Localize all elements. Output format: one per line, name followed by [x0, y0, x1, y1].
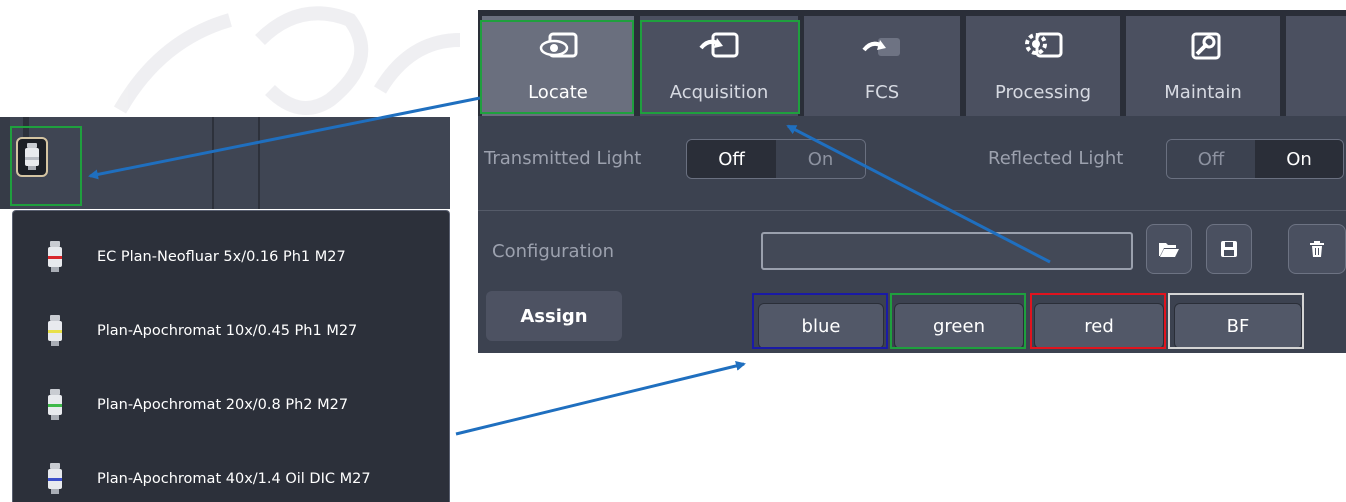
wrench-icon [1191, 32, 1221, 60]
trash-icon [1310, 241, 1324, 257]
transmitted-on-option[interactable]: On [776, 140, 865, 178]
divider [478, 210, 1346, 211]
reflected-light-toggle[interactable]: Off On [1166, 139, 1344, 179]
arrow-list-to-channels [455, 361, 746, 436]
objective-icon [48, 389, 62, 420]
folder-open-icon [1159, 243, 1179, 257]
fcs-icon [862, 38, 900, 56]
tab-overflow[interactable] [1286, 16, 1346, 116]
objective-label: Plan-Apochromat 10x/0.45 Ph1 M27 [97, 323, 358, 339]
toolbar-separator [258, 117, 260, 209]
objective-label: EC Plan-Neofluar 5x/0.16 Ph1 M27 [97, 249, 346, 265]
objective-item[interactable]: Plan-Apochromat 20x/0.8 Ph2 M27 [13, 385, 449, 425]
objective-item[interactable]: Plan-Apochromat 10x/0.45 Ph1 M27 [13, 311, 449, 351]
objective-label: Plan-Apochromat 40x/1.4 Oil DIC M27 [97, 471, 371, 487]
objective-icon [48, 241, 62, 272]
objective-icon [48, 315, 62, 346]
reflected-light-label: Reflected Light [988, 148, 1124, 169]
objective-label: Plan-Apochromat 20x/0.8 Ph2 M27 [97, 397, 349, 413]
light-controls: Transmitted Light Off On Reflected Light… [478, 132, 1346, 188]
tab-locate-highlight [480, 20, 634, 114]
tab-label: FCS [864, 82, 900, 103]
objective-item[interactable]: EC Plan-Neofluar 5x/0.16 Ph1 M27 [13, 237, 449, 277]
configuration-input[interactable] [761, 232, 1133, 270]
objective-list: EC Plan-Neofluar 5x/0.16 Ph1 M27 Plan-Ap… [12, 210, 450, 502]
tab-fcs[interactable]: FCS [804, 16, 960, 116]
transmitted-light-toggle[interactable]: Off On [686, 139, 866, 179]
assign-button[interactable]: Assign [486, 291, 622, 341]
save-icon [1221, 241, 1237, 257]
channel-red-highlight [1030, 293, 1166, 349]
objective-icon [48, 463, 62, 494]
transmitted-light-label: Transmitted Light [484, 148, 642, 169]
channel-blue-highlight [752, 293, 888, 349]
tab-label: Processing [994, 82, 1092, 103]
reflected-on-option[interactable]: On [1255, 140, 1343, 178]
reflected-off-option[interactable]: Off [1167, 140, 1255, 178]
transmitted-off-option[interactable]: Off [687, 140, 776, 178]
right-panel: Locate Acquisition FCS Processing Mainta… [478, 10, 1346, 353]
configuration-label: Configuration [492, 241, 615, 262]
tab-processing[interactable]: Processing [966, 16, 1120, 116]
delete-config-button[interactable] [1288, 224, 1346, 274]
gear-icon [1025, 32, 1063, 58]
toolbar-edge [0, 117, 10, 209]
tab-maintain[interactable]: Maintain [1126, 16, 1280, 116]
save-config-button[interactable] [1206, 224, 1252, 274]
tab-label: Maintain [1164, 82, 1242, 103]
toolbar-separator [212, 117, 214, 209]
tab-acquisition-highlight [640, 20, 800, 114]
objective-item[interactable]: Plan-Apochromat 40x/1.4 Oil DIC M27 [13, 459, 449, 499]
objective-button[interactable] [16, 137, 48, 177]
objective-icon [25, 143, 39, 170]
open-config-button[interactable] [1146, 224, 1192, 274]
channel-bf-highlight [1168, 293, 1304, 349]
channel-green-highlight [890, 293, 1026, 349]
